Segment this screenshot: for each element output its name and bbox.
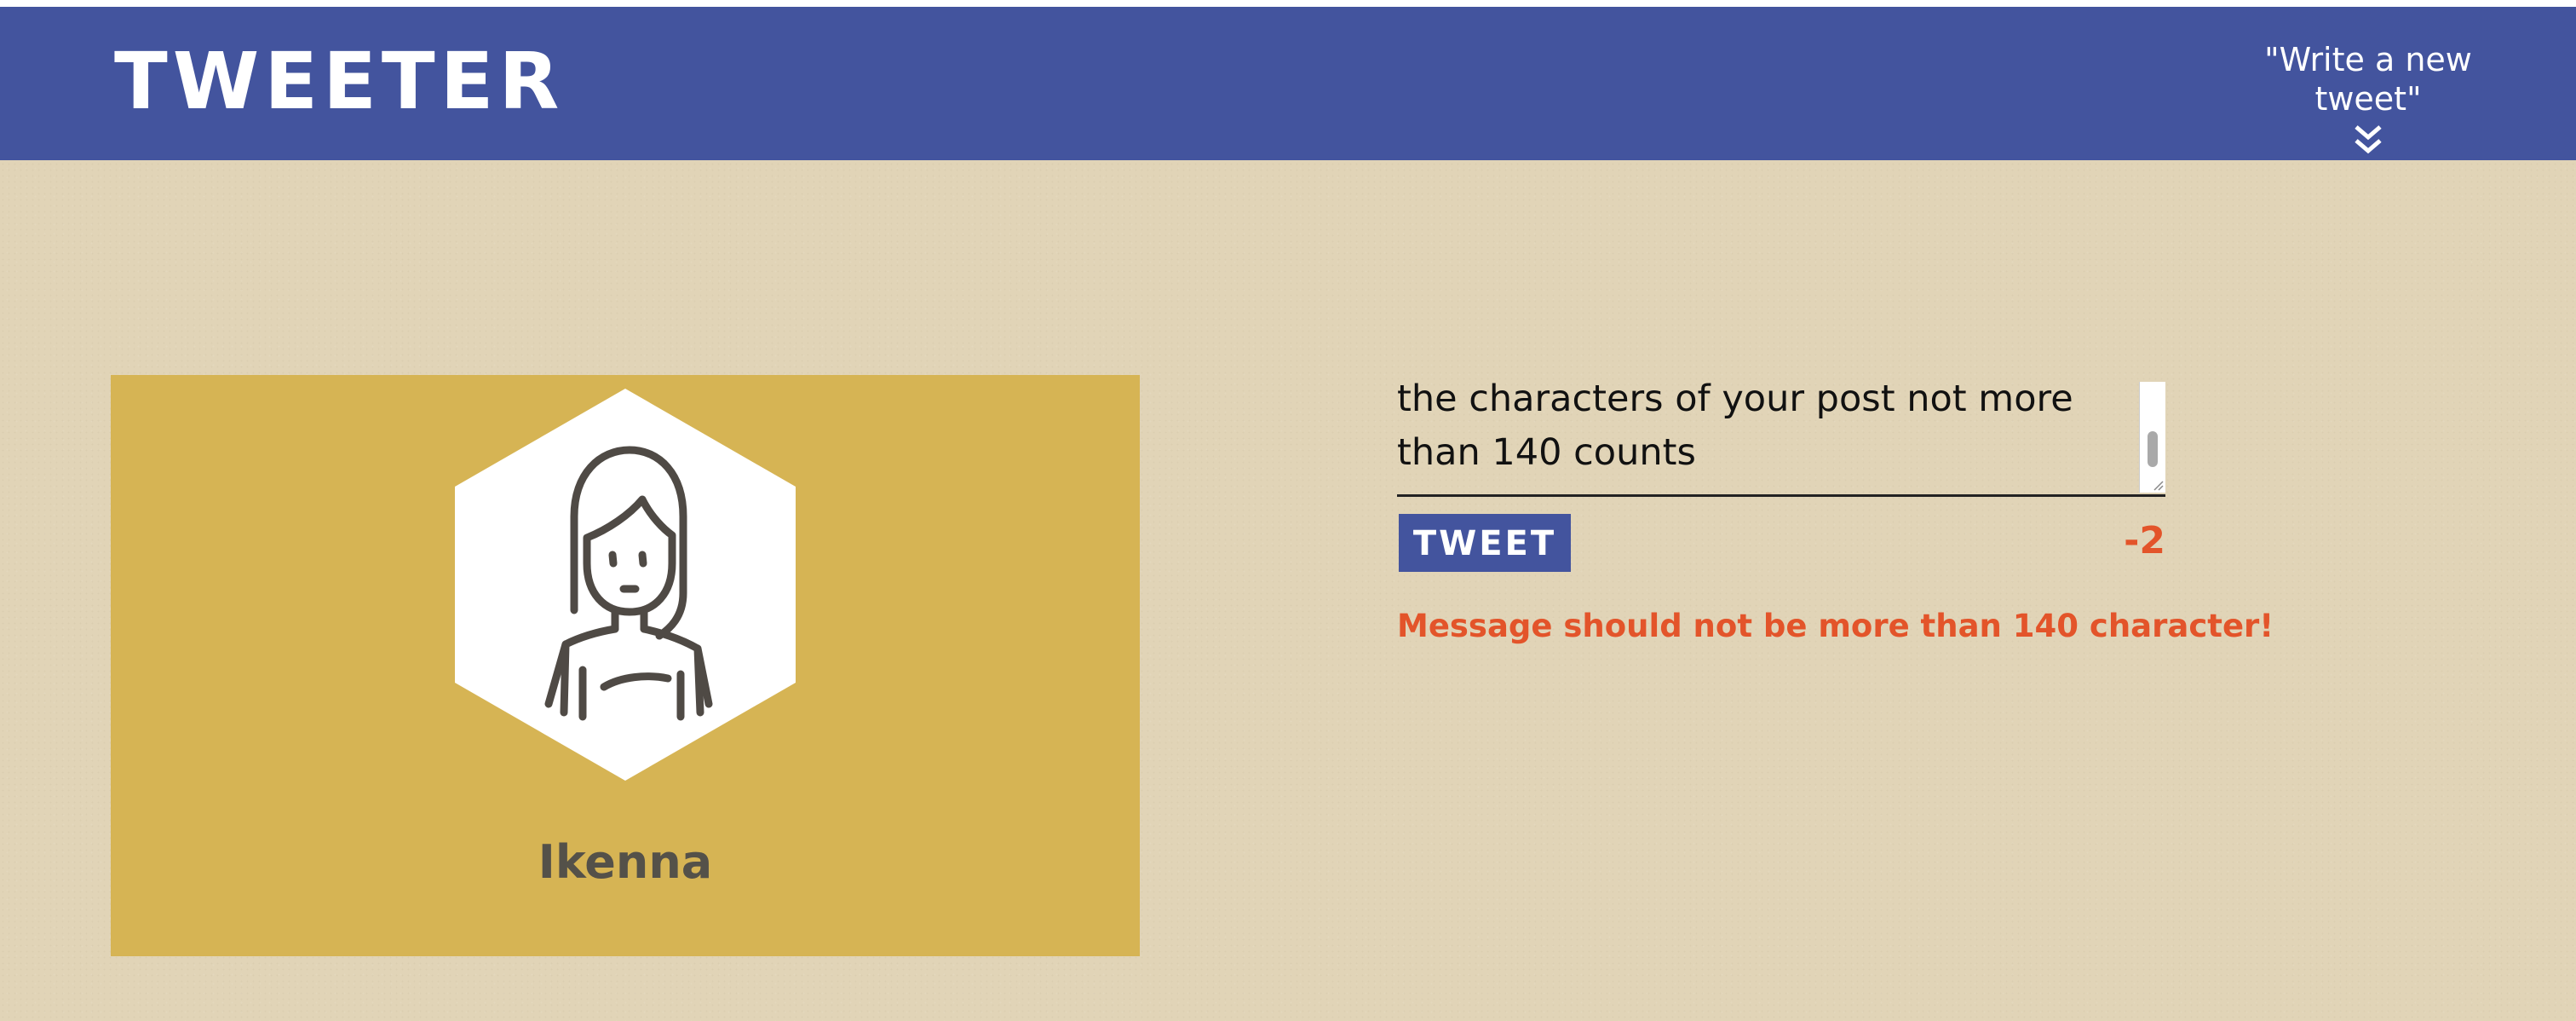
textarea-scrollbar[interactable] <box>2139 382 2165 493</box>
character-counter: -2 <box>2124 519 2165 562</box>
top-strip <box>0 0 2576 7</box>
tweet-button[interactable]: TWEET <box>1399 514 1571 572</box>
write-new-tweet-toggle[interactable]: "Write a new tweet" <box>2215 41 2521 158</box>
error-message: Message should not be more than 140 char… <box>1397 608 2274 644</box>
write-new-tweet-label[interactable]: "Write a new tweet" <box>2215 41 2521 118</box>
navbar: TWEETER "Write a new tweet" <box>0 7 2576 160</box>
tweet-textarea[interactable]: Write your tweet here. Be sure to limit … <box>1397 375 2165 497</box>
brand-logo[interactable]: TWEETER <box>114 43 564 121</box>
woman-avatar-icon <box>455 389 796 781</box>
scrollbar-thumb[interactable] <box>2148 431 2158 467</box>
tweet-textarea-value[interactable]: Write your tweet here. Be sure to limit … <box>1397 375 2130 480</box>
double-chevron-down-icon[interactable] <box>2351 124 2385 158</box>
profile-card: Ikenna <box>111 375 1140 956</box>
composer-footer: TWEET -2 <box>1397 514 2165 574</box>
tweet-composer: Write your tweet here. Be sure to limit … <box>1397 375 2274 644</box>
profile-name: Ikenna <box>538 835 713 889</box>
resize-grip-icon[interactable] <box>2150 477 2164 491</box>
